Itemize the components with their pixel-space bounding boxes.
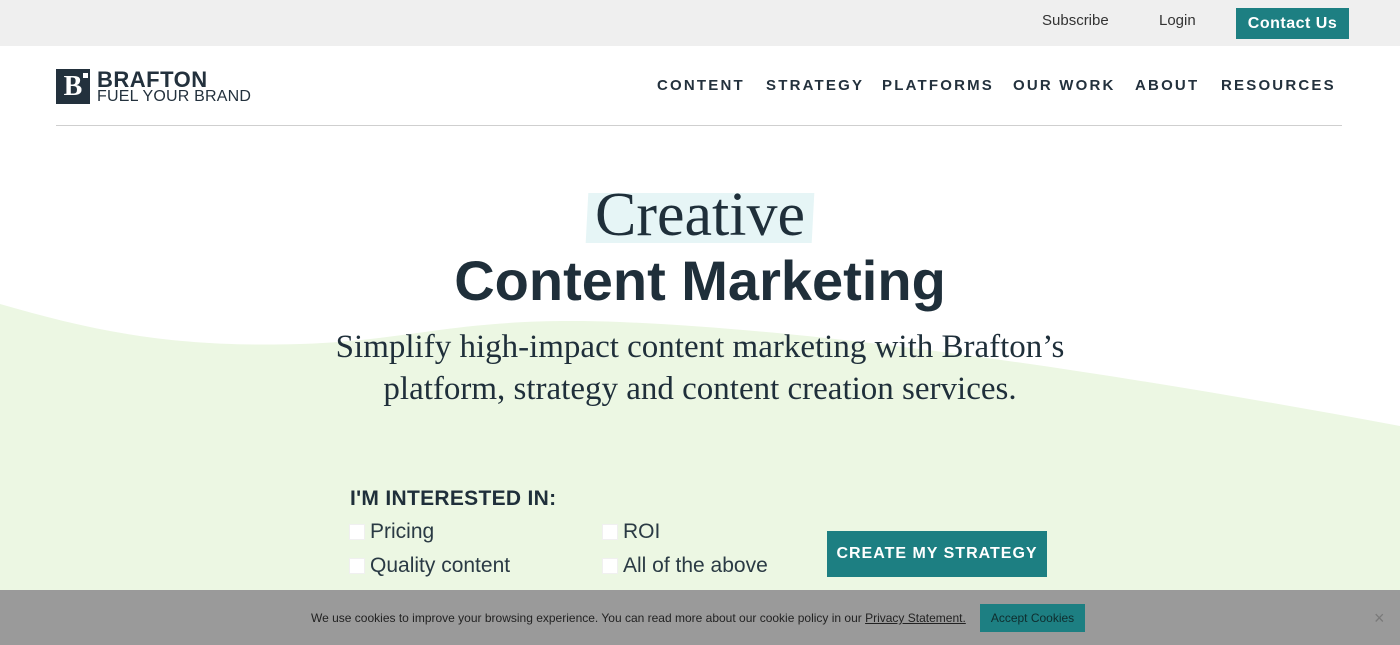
option-quality-content[interactable]: Quality content: [349, 553, 510, 579]
cookie-message: We use cookies to improve your browsing …: [311, 611, 966, 625]
quality-content-checkbox[interactable]: [349, 558, 365, 574]
option-roi-label: ROI: [623, 520, 661, 543]
option-roi[interactable]: ROI: [602, 519, 660, 545]
create-my-strategy-button[interactable]: CREATE MY STRATEGY: [827, 531, 1047, 577]
nav-item-resources[interactable]: RESOURCES: [1221, 77, 1336, 94]
hero-subtitle-line-1: Simplify high-impact content marketing w…: [335, 329, 1065, 365]
interest-form-label: I'M INTERESTED IN:: [350, 487, 557, 510]
option-pricing-label: Pricing: [370, 520, 435, 543]
cookie-banner: We use cookies to improve your browsing …: [0, 590, 1400, 645]
cookie-message-text: We use cookies to improve your browsing …: [311, 611, 866, 625]
main-nav: CONTENT STRATEGY PLATFORMS OUR WORK ABOU…: [0, 77, 1400, 97]
login-link[interactable]: Login: [1159, 12, 1196, 29]
roi-checkbox[interactable]: [602, 524, 618, 540]
accept-cookies-button[interactable]: Accept Cookies: [980, 604, 1085, 632]
privacy-statement-link[interactable]: Privacy Statement.: [865, 611, 966, 625]
nav-item-our-work[interactable]: OUR WORK: [1013, 77, 1116, 94]
option-pricing[interactable]: Pricing: [349, 519, 434, 545]
nav-item-about[interactable]: ABOUT: [1135, 77, 1199, 94]
hero-kicker: Creative: [594, 181, 805, 249]
pricing-checkbox[interactable]: [349, 524, 365, 540]
nav-item-platforms[interactable]: PLATFORMS: [882, 77, 994, 94]
option-all-of-the-above[interactable]: All of the above: [602, 553, 768, 579]
option-quality-content-label: Quality content: [370, 554, 511, 577]
subscribe-link[interactable]: Subscribe: [1042, 12, 1109, 29]
nav-item-content[interactable]: CONTENT: [657, 77, 745, 94]
utility-bar: Subscribe Login Contact Us: [0, 0, 1400, 46]
nav-item-strategy[interactable]: STRATEGY: [766, 77, 864, 94]
contact-us-button[interactable]: Contact Us: [1236, 8, 1349, 39]
hero-subtitle-line-2: platform, strategy and content creation …: [383, 371, 1017, 407]
hero-subtitle: Simplify high-impact content marketing w…: [280, 326, 1120, 410]
close-icon[interactable]: ×: [1374, 609, 1385, 627]
hero-title: Content Marketing: [454, 249, 946, 312]
all-of-the-above-checkbox[interactable]: [602, 558, 618, 574]
header-divider: [56, 125, 1342, 126]
option-all-of-the-above-label: All of the above: [623, 554, 768, 577]
